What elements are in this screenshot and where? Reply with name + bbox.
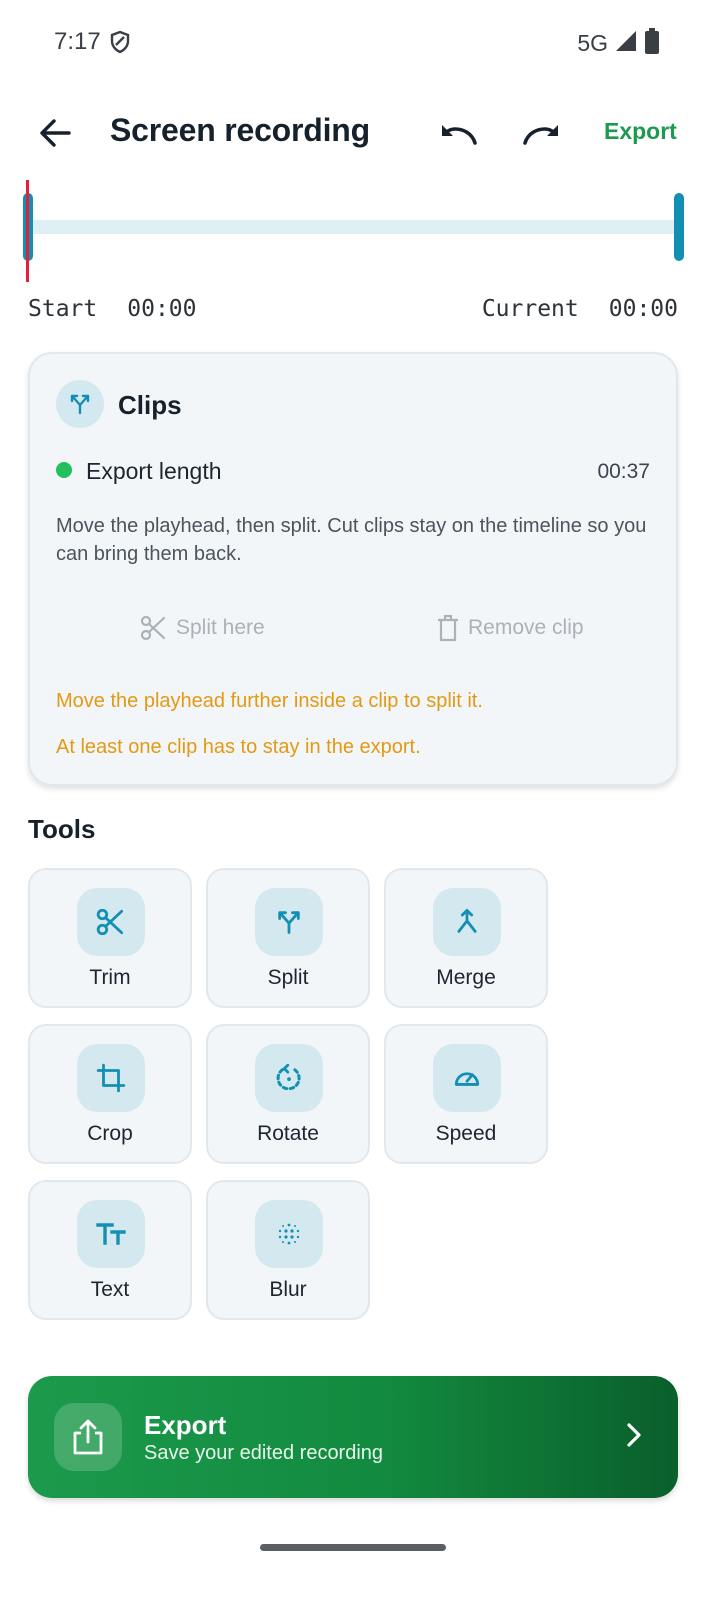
trim-handle-end[interactable] [674,193,684,261]
export-length-value: 00:37 [597,460,650,483]
page-title: Screen recording [110,112,371,148]
split-icon [56,380,104,428]
tool-trim[interactable]: Trim [28,868,192,1008]
tool-label: Speed [435,1122,497,1145]
scissors-icon [140,615,166,641]
current-time: 00:00 [608,296,678,322]
current-label: Current [481,296,579,322]
crop-icon [77,1044,145,1112]
signal-icon [614,29,638,58]
start-time: 00:00 [127,296,197,322]
blur-icon [255,1200,323,1268]
current-time-readout: Current 00:00 [482,296,678,322]
timeline[interactable] [0,180,720,290]
timeline-track[interactable] [30,220,680,234]
back-button[interactable] [34,112,76,154]
undo-button[interactable] [436,112,482,154]
status-bar: 7:17 5G [0,0,720,84]
clips-card: Clips Export length 00:37 Move the playh… [28,352,678,786]
tool-label: Merge [436,966,496,989]
tool-blur[interactable]: Blur [206,1180,370,1320]
split-warning: Move the playhead further inside a clip … [56,690,483,712]
redo-icon [523,125,558,145]
playhead[interactable] [26,180,29,282]
start-label: Start [28,296,98,322]
tool-split[interactable]: Split [206,868,370,1008]
tool-merge[interactable]: Merge [384,868,548,1008]
app-bar: Screen recording Export [0,96,720,168]
trash-icon [438,614,458,642]
scissors-icon [77,888,145,956]
export-banner-button[interactable]: Export Save your edited recording [28,1376,678,1498]
battery-icon [644,28,660,59]
tool-label: Rotate [257,1122,319,1145]
tool-speed[interactable]: Speed [384,1024,548,1164]
tool-crop[interactable]: Crop [28,1024,192,1164]
undo-icon [442,125,477,145]
remove-clip-button[interactable]: Remove clip [436,608,584,648]
export-banner-subtitle: Save your edited recording [144,1442,384,1464]
export-text-button[interactable]: Export [604,118,677,145]
tool-text[interactable]: Text [28,1180,192,1320]
status-time: 7:17 [54,28,101,55]
network-label: 5G [577,30,608,56]
text-icon [77,1200,145,1268]
remove-warning: At least one clip has to stay in the exp… [56,736,421,758]
share-icon [54,1403,122,1471]
tool-label: Blur [269,1278,307,1301]
tool-label: Text [90,1278,130,1301]
redo-button[interactable] [518,112,564,154]
tool-rotate[interactable]: Rotate [206,1024,370,1164]
shield-icon [110,30,130,59]
speedometer-icon [433,1044,501,1112]
tool-label: Crop [87,1122,133,1145]
export-banner-title: Export [144,1410,227,1440]
clips-title: Clips [118,390,182,420]
split-icon [255,888,323,956]
export-length-label: Export length [86,458,222,484]
tool-label: Trim [89,966,131,989]
tools-title: Tools [28,814,96,844]
tool-label: Split [267,966,309,989]
rotate-icon [255,1044,323,1112]
chevron-right-icon [626,1422,642,1453]
merge-icon [433,888,501,956]
status-dot [56,462,72,478]
start-time-readout: Start 00:00 [28,296,197,322]
clips-description: Move the playhead, then split. Cut clips… [56,515,647,565]
split-here-label: Split here [176,616,265,639]
arrow-left-icon [40,119,71,147]
home-indicator[interactable] [260,1544,446,1551]
status-indicators: 5G [577,28,660,59]
remove-clip-label: Remove clip [468,616,584,639]
split-here-button[interactable]: Split here [140,608,265,648]
